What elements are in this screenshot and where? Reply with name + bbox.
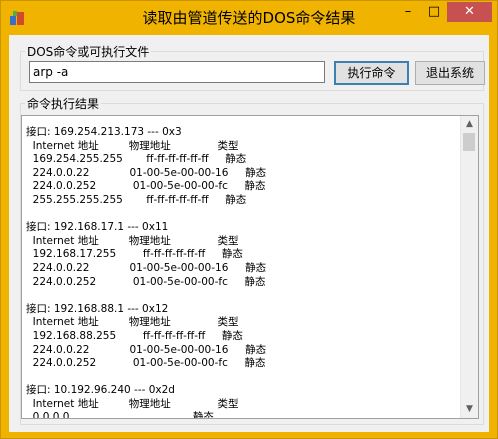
scroll-down-icon[interactable]: ▼ (461, 401, 478, 418)
result-line: 接口: 192.168.17.1 --- 0x11 (26, 221, 169, 234)
minimize-button[interactable]: – (395, 2, 421, 22)
result-line (26, 371, 456, 385)
result-line: 0.0.0.0 静态 (26, 411, 214, 419)
scroll-up-icon[interactable]: ▲ (461, 116, 478, 133)
result-line: 192.168.88.255 ff-ff-ff-ff-ff-ff 静态 (26, 329, 243, 342)
result-group-legend: 命令执行结果 (27, 97, 100, 111)
result-line: 接口: 10.192.96.240 --- 0x2d (26, 384, 175, 397)
result-line: 224.0.0.252 01-00-5e-00-00-fc 静态 (26, 275, 266, 288)
result-line (26, 208, 456, 222)
result-line: 224.0.0.22 01-00-5e-00-00-16 静态 (26, 343, 267, 356)
result-output[interactable]: 接口: 169.254.213.173 --- 0x3 Internet 地址 … (21, 115, 479, 419)
result-line: 接口: 192.168.88.1 --- 0x12 (26, 302, 169, 315)
run-command-button[interactable]: 执行命令 (334, 61, 409, 85)
command-group-legend: DOS命令或可执行文件 (27, 45, 150, 59)
command-input[interactable] (29, 61, 325, 83)
result-line: Internet 地址 物理地址 类型 (26, 139, 239, 152)
result-line: 接口: 169.254.213.173 --- 0x3 (26, 126, 182, 138)
result-line: Internet 地址 物理地址 类型 (26, 316, 239, 329)
close-button[interactable]: ✕ (447, 2, 492, 22)
result-line: Internet 地址 物理地址 类型 (26, 397, 239, 410)
result-line (26, 289, 456, 303)
vertical-scrollbar[interactable]: ▲ ▼ (460, 116, 478, 418)
result-line: 224.0.0.252 01-00-5e-00-00-fc 静态 (26, 357, 266, 370)
client-area: DOS命令或可执行文件 执行命令 退出系统 命令执行结果 接口: 169.254… (9, 35, 489, 432)
exit-button[interactable]: 退出系统 (415, 61, 485, 85)
title-bar[interactable]: 读取由管道传送的DOS命令结果 – □ ✕ (1, 1, 497, 35)
app-window: 读取由管道传送的DOS命令结果 – □ ✕ DOS命令或可执行文件 执行命令 退… (0, 0, 498, 439)
result-line: Internet 地址 物理地址 类型 (26, 234, 239, 247)
result-line: 169.254.255.255 ff-ff-ff-ff-ff-ff 静态 (26, 153, 247, 166)
result-lines: 接口: 169.254.213.173 --- 0x3 Internet 地址 … (26, 126, 456, 419)
result-line: 224.0.0.252 01-00-5e-00-00-fc 静态 (26, 180, 266, 193)
result-line: 224.0.0.22 01-00-5e-00-00-16 静态 (26, 166, 267, 179)
maximize-button[interactable]: □ (421, 2, 447, 22)
result-line: 224.0.0.22 01-00-5e-00-00-16 静态 (26, 261, 267, 274)
result-line: 255.255.255.255 ff-ff-ff-ff-ff-ff 静态 (26, 193, 247, 206)
result-line: 192.168.17.255 ff-ff-ff-ff-ff-ff 静态 (26, 248, 243, 261)
scroll-thumb[interactable] (463, 133, 475, 151)
